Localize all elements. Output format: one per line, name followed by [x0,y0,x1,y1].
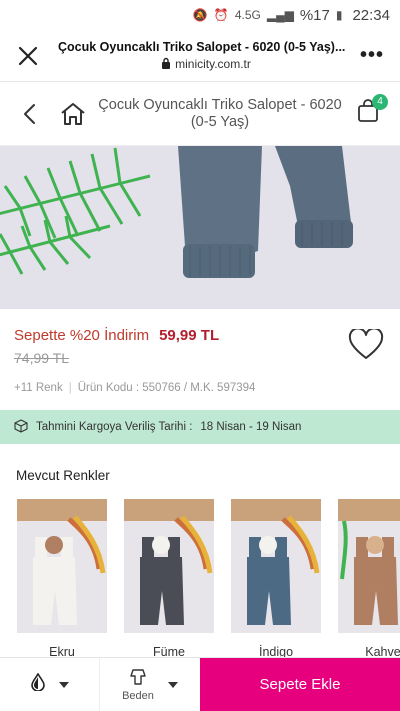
battery-icon: ▮ [335,8,343,22]
color-swatch-fume[interactable]: Füme [124,499,214,659]
price-line: Sepette %20 İndirim 59,99 TL [14,327,384,344]
available-colors-title: Mevcut Renkler [16,468,110,483]
color-swatch-list: Ekru Füme İndigo Kahve [0,483,400,659]
close-icon[interactable] [10,38,46,74]
meta-divider: | [68,382,72,394]
add-to-cart-button[interactable]: Sepete Ekle [200,658,400,711]
cargo-estimate-bar: Tahmini Kargoya Veriliş Tarihi : 18 Nisa… [0,410,400,444]
price-section: Sepette %20 İndirim 59,99 TL 74,99 TL [0,309,400,366]
swatch-image [231,499,321,633]
color-drop-icon [30,672,45,696]
chevron-down-icon [167,681,178,688]
color-swatch-ekru[interactable]: Ekru [17,499,107,659]
alarm-icon: ⏰ [213,8,229,22]
home-icon[interactable] [56,97,90,131]
product-meta: +11 Renk | Ürün Kodu : 550766 / M.K. 597… [0,366,400,394]
current-price: 59,99 TL [159,327,220,344]
knit-leg-left [178,146,262,278]
chevron-down-icon [58,681,69,688]
product-title: Çocuk Oyuncaklı Triko Salopet - 6020 (0-… [98,96,342,130]
cart-button[interactable]: 4 [350,93,388,132]
color-selector[interactable] [0,658,100,711]
browser-page-title: Çocuk Oyuncaklı Triko Salopet - 6020 (0-… [58,39,346,54]
url-text: minicity.com.tr [175,57,251,71]
size-icon [129,668,147,689]
lock-icon [161,57,171,72]
cart-count-badge: 4 [372,93,388,110]
bottom-action-bar: Beden Sepete Ekle [0,657,400,711]
status-bar: 🔕 ⏰ 4.5G ▂▄▆ %17 ▮ 22:34 [0,0,400,30]
back-icon[interactable] [14,99,44,129]
size-selector[interactable]: Beden [100,658,200,711]
browser-url[interactable]: minicity.com.tr [58,57,354,72]
swatch-image [17,499,107,633]
size-block: Beden [122,668,154,702]
battery-level: %17 [299,6,330,24]
heart-icon[interactable] [348,327,384,361]
size-label: Beden [122,689,154,702]
color-swatch-kahve[interactable]: Kahve [338,499,400,659]
cargo-dates: 18 Nisan - 19 Nisan [200,421,302,433]
browser-toolbar: Çocuk Oyuncaklı Triko Salopet - 6020 (0-… [0,30,400,82]
product-image[interactable] [0,146,400,309]
app-header: Çocuk Oyuncaklı Triko Salopet - 6020 (0-… [0,82,400,146]
swatch-image [338,499,400,633]
color-swatch-indigo[interactable]: İndigo [231,499,321,659]
discount-label: Sepette %20 İndirim [14,327,150,344]
signal-icon: ▂▄▆ [266,8,294,22]
swatch-image [124,499,214,633]
box-icon [14,418,28,436]
mute-icon: 🔕 [192,8,208,22]
product-code: Ürün Kodu : 550766 / M.K. 597394 [77,382,256,394]
browser-title-block: Çocuk Oyuncaklı Triko Salopet - 6020 (0-… [46,40,354,72]
old-price: 74,99 TL [14,350,70,366]
clock: 22:34 [352,6,390,24]
network-indicator: 4.5G [234,8,261,22]
more-options-icon[interactable]: ••• [354,38,390,74]
cargo-label: Tahmini Kargoya Veriliş Tarihi : [36,421,193,433]
color-count-link[interactable]: +11 Renk [14,382,63,394]
